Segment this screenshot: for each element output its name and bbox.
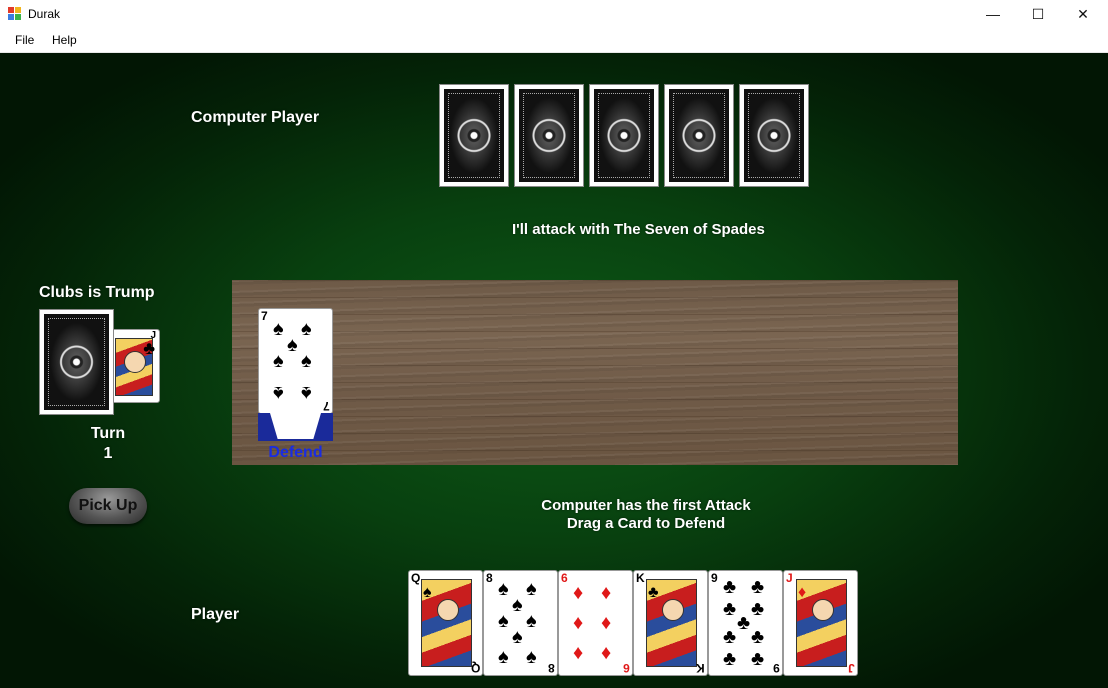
turn-label: Turn (90, 425, 126, 442)
card-rank: Q (411, 571, 421, 585)
card-rank: 9 (773, 661, 780, 675)
deck-card-back[interactable] (39, 309, 114, 415)
card-rank: 6 (623, 661, 630, 675)
pick-up-button[interactable]: Pick Up (69, 488, 147, 524)
diamond-icon: ♦ (573, 612, 584, 634)
computer-card-back (514, 84, 584, 187)
status-line-1: Computer has the first Attack (541, 497, 751, 514)
club-icon: ♣ (751, 648, 765, 670)
spade-icon: ♠ (512, 626, 523, 648)
club-icon: ♣ (723, 598, 737, 620)
card-rank: 8 (486, 571, 493, 585)
player-card[interactable]: 9 ♣ ♣ ♣ ♣ ♣ ♣ ♣ ♣ ♣ 9 (708, 570, 783, 676)
diamond-icon: ♦ (798, 584, 807, 601)
club-icon: ♣ (751, 626, 765, 648)
defend-slot[interactable] (258, 413, 333, 441)
card-rank: K (696, 661, 705, 675)
spade-icon: ♠ (526, 646, 537, 668)
minimize-button[interactable]: — (970, 0, 1016, 28)
club-icon: ♣ (648, 584, 659, 601)
computer-player-label: Computer Player (191, 109, 320, 126)
card-rank: 7 (323, 399, 330, 413)
spade-icon: ♠ (301, 318, 312, 340)
spade-icon: ♠ (301, 382, 312, 404)
turn-number: 1 (103, 445, 113, 462)
card-rank: 9 (711, 571, 718, 585)
club-icon: ♣ (737, 612, 751, 634)
menu-help[interactable]: Help (52, 33, 77, 47)
attack-card: 7 ♠ ♠ ♠ ♠ ♠ ♠ ♠ 7 (258, 308, 333, 414)
computer-card-back (589, 84, 659, 187)
spade-icon: ♠ (526, 610, 537, 632)
status-line-2: Drag a Card to Defend (566, 515, 726, 532)
diamond-icon: ♦ (601, 582, 612, 604)
spade-icon: ♠ (526, 578, 537, 600)
card-rank: Q (470, 661, 480, 675)
play-table[interactable] (232, 280, 958, 465)
computer-card-back (439, 84, 509, 187)
club-icon: ♣ (751, 576, 765, 598)
spade-icon: ♠ (498, 646, 509, 668)
spade-icon: ♠ (512, 594, 523, 616)
trump-card: J ♣ (110, 329, 160, 403)
card-rank: 6 (561, 571, 568, 585)
computer-card-back (739, 84, 809, 187)
spade-icon: ♠ (273, 350, 284, 372)
card-rank: J (786, 571, 793, 585)
close-button[interactable]: ✕ (1060, 0, 1106, 28)
window-title: Durak (28, 7, 61, 21)
club-icon: ♣ (723, 648, 737, 670)
menu-bar: File Help (0, 28, 1108, 53)
card-rank: 8 (548, 661, 555, 675)
app-icon (8, 7, 21, 20)
player-card[interactable]: K ♣ K (633, 570, 708, 676)
club-icon: ♣ (751, 598, 765, 620)
spade-icon: ♠ (273, 382, 284, 404)
club-icon: ♣ (723, 626, 737, 648)
title-bar: Durak — ☐ ✕ (0, 0, 1108, 28)
spade-icon: ♠ (423, 584, 432, 601)
diamond-icon: ♦ (601, 642, 612, 664)
player-card[interactable]: 8 ♠ ♠ ♠ ♠ ♠ ♠ ♠ ♠ 8 (483, 570, 558, 676)
trump-label: Clubs is Trump (39, 284, 155, 301)
maximize-button[interactable]: ☐ (1015, 0, 1061, 28)
diamond-icon: ♦ (573, 582, 584, 604)
club-icon: ♣ (723, 576, 737, 598)
player-card[interactable]: 6 ♦ ♦ ♦ ♦ ♦ ♦ 6 (558, 570, 633, 676)
spade-icon: ♠ (273, 318, 284, 340)
card-rank: J (848, 661, 855, 675)
card-rank: K (636, 571, 645, 585)
diamond-icon: ♦ (573, 642, 584, 664)
player-label: Player (191, 606, 240, 623)
card-rank: 7 (261, 309, 268, 323)
spade-icon: ♠ (287, 334, 298, 356)
player-card[interactable]: J ♦ J (783, 570, 858, 676)
trump-card-suit: ♣ (143, 338, 155, 358)
player-card[interactable]: Q ♠ Q (408, 570, 483, 676)
computer-message: I'll attack with The Seven of Spades (512, 221, 765, 238)
spade-icon: ♠ (498, 578, 509, 600)
spade-icon: ♠ (498, 610, 509, 632)
computer-card-back (664, 84, 734, 187)
diamond-icon: ♦ (601, 612, 612, 634)
defend-label: Defend (268, 444, 323, 461)
menu-file[interactable]: File (15, 33, 34, 47)
spade-icon: ♠ (301, 350, 312, 372)
